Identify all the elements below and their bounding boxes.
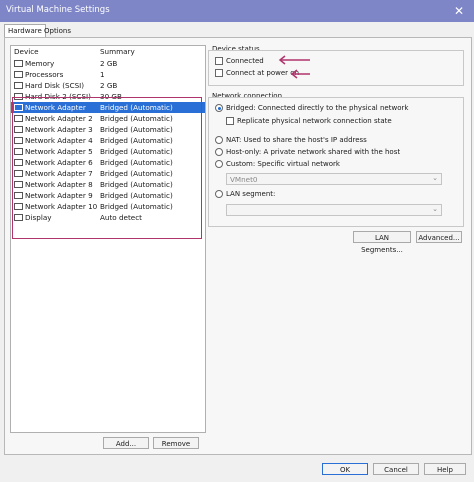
tab-hardware[interactable]: Hardware (4, 24, 46, 37)
device-name: Memory (25, 59, 55, 68)
device-row[interactable]: Hard Disk (SCSI) 2 GB (11, 80, 205, 91)
lan-segments-button[interactable]: LAN Segments... (353, 231, 411, 254)
title-bar: Virtual Machine Settings ✕ (0, 0, 474, 22)
connected-checkbox[interactable] (215, 57, 223, 65)
lan-segment-select[interactable]: ⌄ (226, 204, 442, 216)
host-only-label: Host-only: A private network shared with… (226, 148, 401, 156)
tab-options[interactable]: Options (41, 25, 74, 37)
bridged-radio[interactable] (215, 104, 223, 112)
summary-column-header[interactable]: Summary (100, 47, 135, 56)
device-summary: 2 GB (100, 59, 118, 68)
device-row[interactable]: Processors 1 (11, 69, 205, 80)
add-button[interactable]: Add... (103, 437, 149, 449)
memory-icon (14, 60, 23, 67)
device-summary: 2 GB (100, 81, 118, 90)
device-row[interactable]: Memory 2 GB (11, 58, 205, 69)
host-only-radio[interactable] (215, 148, 223, 156)
device-summary: 1 (100, 70, 105, 79)
lan-segment-radio[interactable] (215, 190, 223, 198)
device-name: Hard Disk (SCSI) (25, 81, 85, 90)
annotation-highlight-box (12, 97, 202, 239)
device-status-group (208, 50, 464, 86)
help-button[interactable]: Help (424, 463, 466, 475)
ok-button[interactable]: OK (322, 463, 368, 475)
processor-icon (14, 71, 23, 78)
advanced-button[interactable]: Advanced... (416, 231, 462, 243)
custom-radio[interactable] (215, 160, 223, 168)
window-title: Virtual Machine Settings (6, 5, 110, 15)
replicate-label: Replicate physical network connection st… (237, 117, 392, 125)
cancel-button[interactable]: Cancel (373, 463, 419, 475)
custom-label: Custom: Specific virtual network (226, 160, 340, 168)
bridged-label: Bridged: Connected directly to the physi… (226, 104, 409, 112)
disk-icon (14, 82, 23, 89)
custom-network-value: VMnet0 (230, 175, 258, 184)
connect-at-power-on-checkbox[interactable] (215, 69, 223, 77)
close-icon[interactable]: ✕ (444, 0, 474, 22)
nat-radio[interactable] (215, 136, 223, 144)
chevron-down-icon: ⌄ (432, 205, 438, 213)
connected-label: Connected (226, 57, 264, 65)
annotation-arrows (278, 55, 310, 79)
chevron-down-icon: ⌄ (432, 174, 438, 182)
nat-label: NAT: Used to share the host's IP address (226, 136, 367, 144)
remove-button[interactable]: Remove (153, 437, 199, 449)
device-name: Processors (25, 70, 64, 79)
lan-segment-label: LAN segment: (226, 190, 276, 198)
device-column-header[interactable]: Device (14, 47, 39, 56)
replicate-checkbox[interactable] (226, 117, 234, 125)
device-list-header: Device Summary (11, 46, 205, 57)
custom-network-select[interactable]: VMnet0 ⌄ (226, 173, 442, 185)
